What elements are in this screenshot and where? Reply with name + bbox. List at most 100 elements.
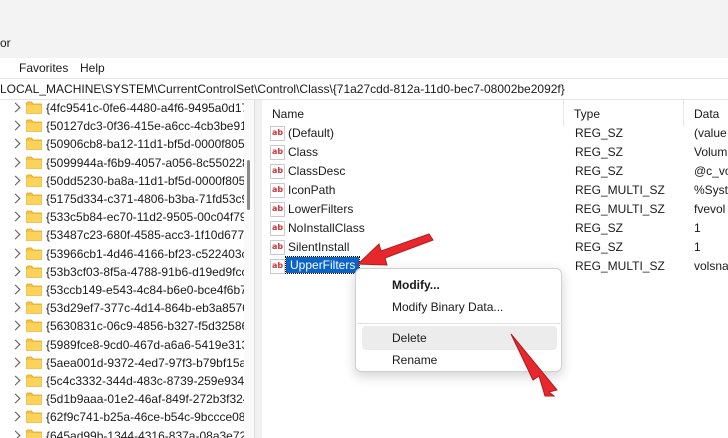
folder-icon bbox=[26, 301, 42, 315]
menu-item-rename[interactable]: Rename bbox=[362, 348, 557, 372]
chevron-right-icon[interactable] bbox=[10, 339, 21, 350]
tree-item-label: {50906cb8-ba12-11d1-bf5d-0000f805f bbox=[46, 137, 248, 152]
tree-item[interactable]: {5175d334-c371-4806-b3ba-71fd53c92 bbox=[0, 189, 250, 209]
folder-icon bbox=[26, 319, 42, 333]
chevron-right-icon[interactable] bbox=[10, 357, 21, 368]
value-data: volsna bbox=[694, 259, 728, 273]
string-value-icon: ab bbox=[270, 259, 285, 274]
menu-item-rename-label: Rename bbox=[392, 353, 438, 367]
folder-icon bbox=[26, 137, 42, 151]
column-header-name[interactable]: Name bbox=[262, 100, 564, 126]
tree-item[interactable]: {5099944a-f6b9-4057-a056-8c5502285 bbox=[0, 153, 250, 173]
string-value-icon: ab bbox=[270, 164, 285, 179]
value-type: REG_MULTI_SZ bbox=[575, 259, 665, 273]
folder-icon bbox=[26, 338, 42, 351]
tree-item[interactable]: {5989fce8-9cd0-467d-a6a6-5419e3132 bbox=[0, 335, 250, 355]
tree-item[interactable]: {5630831c-06c9-4856-b327-f5d32586e bbox=[0, 316, 250, 336]
chevron-right-icon[interactable] bbox=[10, 302, 21, 313]
column-header-type[interactable]: Type bbox=[564, 100, 684, 126]
chevron-right-icon[interactable] bbox=[10, 375, 21, 386]
chevron-right-icon[interactable] bbox=[10, 284, 21, 295]
tree-item-label: {50127dc3-0f36-415e-a6cc-4cb3be910 bbox=[46, 119, 250, 134]
tree-item[interactable]: {50906cb8-ba12-11d1-bf5d-0000f805f bbox=[0, 134, 250, 154]
value-data: fvevol bbox=[694, 202, 726, 216]
tree-item[interactable]: {53b3cf03-8f5a-4788-91b6-d19ed9fcc bbox=[0, 262, 250, 282]
chevron-right-icon[interactable] bbox=[10, 193, 21, 204]
menu-item-modify-binary[interactable]: Modify Binary Data... bbox=[362, 295, 557, 319]
value-name: SilentInstall bbox=[288, 240, 350, 254]
chevron-right-icon[interactable] bbox=[10, 266, 21, 277]
value-row[interactable]: ab SilentInstall REG_SZ 1 bbox=[262, 238, 728, 257]
folder-icon bbox=[26, 374, 42, 387]
value-name: ClassDesc bbox=[288, 164, 346, 178]
scrollbar-thumb[interactable] bbox=[247, 160, 250, 210]
tree-item-label: {62f9c741-b25a-46ce-b54c-9bccce08b bbox=[46, 410, 250, 425]
menu-item-modify-label: Modify... bbox=[392, 278, 440, 292]
folder-icon bbox=[26, 392, 42, 406]
menu-item-modify[interactable]: Modify... bbox=[362, 273, 557, 297]
value-row[interactable]: ab ClassDesc REG_SZ @c_vo bbox=[262, 162, 728, 181]
value-type: REG_SZ bbox=[575, 126, 624, 140]
chevron-right-icon[interactable] bbox=[10, 120, 21, 131]
window-title: or bbox=[0, 36, 11, 50]
chevron-right-icon[interactable] bbox=[10, 393, 21, 404]
tree-item[interactable]: {53487c23-680f-4585-acc3-1f10d6777 bbox=[0, 225, 250, 245]
tree-item-label: {5630831c-06c9-4856-b327-f5d32586e bbox=[46, 319, 250, 334]
chevron-right-icon[interactable] bbox=[10, 248, 21, 259]
tree-item-label: {5175d334-c371-4806-b3ba-71fd53c92 bbox=[46, 192, 250, 206]
value-name: Class bbox=[288, 145, 319, 159]
value-row[interactable]: ab NoInstallClass REG_SZ 1 bbox=[262, 219, 728, 238]
chevron-right-icon[interactable] bbox=[10, 229, 21, 240]
tree-item[interactable]: {53d29ef7-377c-4d14-864b-eb3a85769 bbox=[0, 298, 250, 318]
tree-scrollbar[interactable] bbox=[244, 100, 254, 438]
chevron-right-icon[interactable] bbox=[10, 430, 21, 438]
value-type: REG_MULTI_SZ bbox=[575, 202, 665, 216]
chevron-right-icon[interactable] bbox=[10, 157, 21, 168]
value-row[interactable]: ab (Default) REG_SZ (value bbox=[262, 124, 728, 143]
tree-item[interactable]: {50127dc3-0f36-415e-a6cc-4cb3be910 bbox=[0, 116, 250, 136]
tree-item[interactable]: {533c5b84-ec70-11d2-9505-00c04f79c bbox=[0, 207, 250, 227]
tree-item[interactable]: {5d1b9aaa-01e2-46af-849f-272b3f324 bbox=[0, 389, 250, 409]
tree-item-label: {533c5b84-ec70-11d2-9505-00c04f79c bbox=[46, 210, 250, 225]
string-value-icon: ab bbox=[270, 221, 285, 236]
value-name: (Default) bbox=[288, 126, 335, 140]
tree-item[interactable]: {62f9c741-b25a-46ce-b54c-9bccce08b bbox=[0, 407, 250, 427]
tree-item[interactable]: {53ccb149-e543-4c84-b6e0-bce4f6b7e bbox=[0, 280, 250, 300]
menu-favorites[interactable]: Favorites bbox=[19, 61, 68, 75]
value-type: REG_MULTI_SZ bbox=[575, 183, 665, 197]
chevron-right-icon[interactable] bbox=[10, 411, 21, 422]
tree-item-label: {4fc9541c-0fe6-4480-a4f6-9495a0d17c bbox=[46, 101, 250, 115]
menu-item-delete[interactable]: Delete bbox=[362, 326, 557, 350]
tree-item-label: {53b3cf03-8f5a-4788-91b6-d19ed9fcc bbox=[46, 264, 248, 279]
folder-icon bbox=[26, 265, 42, 278]
tree-item-label: {5c4c3332-344d-483c-8739-259e934c9 bbox=[46, 374, 250, 388]
chevron-right-icon[interactable] bbox=[10, 138, 21, 149]
tree-item[interactable]: {53966cb1-4d46-4166-bf23-c522403cd bbox=[0, 244, 250, 264]
tree-item-label: {53966cb1-4d46-4166-bf23-c522403cd bbox=[46, 246, 250, 261]
string-value-icon: ab bbox=[270, 240, 285, 255]
folder-icon bbox=[26, 101, 42, 114]
chevron-right-icon[interactable] bbox=[10, 211, 21, 222]
registry-tree: {4fc9541c-0fe6-4480-a4f6-9495a0d17c {5012… bbox=[0, 100, 250, 438]
value-type: REG_SZ bbox=[575, 221, 624, 235]
address-bar[interactable]: LOCAL_MACHINE\SYSTEM\CurrentControlSet\C… bbox=[0, 78, 728, 100]
column-header-data[interactable]: Data bbox=[684, 100, 728, 126]
value-row[interactable]: ab LowerFilters REG_MULTI_SZ fvevol bbox=[262, 200, 728, 219]
chevron-right-icon[interactable] bbox=[10, 175, 21, 186]
value-name: IconPath bbox=[288, 183, 336, 197]
tree-item[interactable]: {5aea001d-9372-4ed7-97f3-b79bf15a5 bbox=[0, 353, 250, 373]
pane-splitter[interactable] bbox=[254, 100, 262, 438]
tree-item[interactable]: {5c4c3332-344d-483c-8739-259e934c9 bbox=[0, 371, 250, 391]
value-row[interactable]: ab IconPath REG_MULTI_SZ %Syst bbox=[262, 181, 728, 200]
string-value-icon: ab bbox=[270, 202, 285, 217]
tree-item[interactable]: {50dd5230-ba8a-11d1-bf5d-0000f805f bbox=[0, 171, 250, 191]
string-value-icon: ab bbox=[270, 183, 285, 198]
menu-help[interactable]: Help bbox=[80, 61, 105, 75]
folder-icon bbox=[26, 429, 42, 438]
address-path[interactable]: LOCAL_MACHINE\SYSTEM\CurrentControlSet\C… bbox=[0, 82, 565, 96]
chevron-right-icon[interactable] bbox=[10, 102, 21, 113]
value-row[interactable]: ab Class REG_SZ Volum bbox=[262, 143, 728, 162]
folder-icon bbox=[26, 156, 42, 169]
chevron-right-icon[interactable] bbox=[10, 320, 21, 331]
tree-item[interactable]: {645ad99b-1344-4316-837a-08a3e72d4 bbox=[0, 426, 250, 438]
